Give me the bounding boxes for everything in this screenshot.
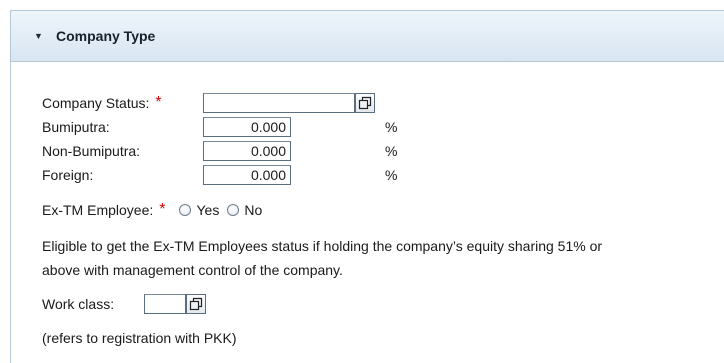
foreign-row: Foreign: <box>42 163 93 187</box>
foreign-input[interactable] <box>203 165 291 185</box>
non-bumiputra-label: Non-Bumiputra: <box>42 143 141 159</box>
no-radio-label[interactable]: No <box>244 202 262 218</box>
required-marker: * <box>159 201 166 218</box>
bumiputra-unit: % <box>385 119 398 135</box>
yes-radio-label[interactable]: Yes <box>196 202 219 218</box>
company-status-label: Company Status: <box>42 95 150 111</box>
eligibility-note-line2: above with management control of the com… <box>42 262 343 278</box>
company-status-value-help-button[interactable] <box>355 93 375 113</box>
section-title: Company Type <box>56 28 156 44</box>
bumiputra-row: Bumiputra: <box>42 115 110 139</box>
company-type-panel: ▼ Company Type Company Status: * Bumiput… <box>10 10 724 363</box>
triangle-down-icon[interactable]: ▼ <box>34 31 48 41</box>
work-class-value-help-button[interactable] <box>186 294 206 314</box>
foreign-unit: % <box>385 167 398 183</box>
foreign-label: Foreign: <box>42 167 94 183</box>
value-help-icon <box>358 96 372 110</box>
required-marker: * <box>155 94 162 111</box>
non-bumiputra-row: Non-Bumiputra: <box>42 139 140 163</box>
company-status-row: Company Status: * <box>42 91 162 115</box>
company-status-input[interactable] <box>203 93 355 113</box>
bumiputra-label: Bumiputra: <box>42 119 110 135</box>
work-class-label: Work class: <box>42 296 115 312</box>
non-bumiputra-unit: % <box>385 143 398 159</box>
ex-tm-employee-row: Ex-TM Employee: * Yes No <box>42 198 262 222</box>
eligibility-note-line1: Eligible to get the Ex-TM Employees stat… <box>42 238 603 254</box>
ex-tm-employee-label: Ex-TM Employee: <box>42 202 154 218</box>
section-header[interactable]: ▼ Company Type <box>11 11 724 62</box>
section-content: Company Status: * Bumiputra: % Non-Bumip… <box>11 62 724 363</box>
non-bumiputra-input[interactable] <box>203 141 291 161</box>
yes-radio[interactable] <box>179 204 192 216</box>
work-class-note: (refers to registration with PKK) <box>42 330 237 346</box>
no-radio[interactable] <box>227 204 240 216</box>
work-class-row: Work class: <box>42 292 114 316</box>
bumiputra-input[interactable] <box>203 117 291 137</box>
value-help-icon <box>189 297 203 311</box>
work-class-input[interactable] <box>144 294 186 314</box>
